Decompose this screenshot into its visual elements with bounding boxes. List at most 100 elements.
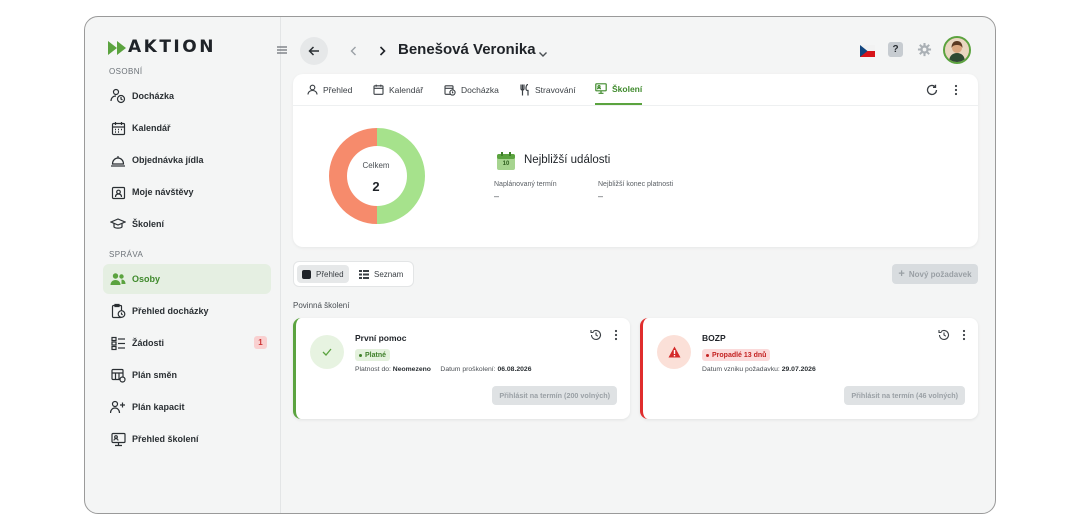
more-vertical-icon[interactable] <box>614 328 618 346</box>
sidebar-item-calendar[interactable]: Kalendář <box>103 113 271 143</box>
sidebar-item-training-overview[interactable]: Přehled školení <box>103 424 271 454</box>
attendance-overview-icon <box>109 302 127 320</box>
sidebar-item-label: Plán směn <box>132 370 178 380</box>
more-vertical-icon[interactable] <box>954 83 958 101</box>
sidebar-item-label: Žádosti <box>132 338 165 348</box>
view-list-button[interactable]: Seznam <box>354 265 408 283</box>
shift-plan-icon <box>109 366 127 384</box>
sidebar: AKTION OSOBNÍ Docházka Kalendář Objednáv… <box>85 17 281 513</box>
requests-icon <box>109 334 127 352</box>
sidebar-item-attendance-overview[interactable]: Přehled docházky <box>103 296 271 326</box>
chevron-down-icon[interactable] <box>538 45 548 63</box>
training-name: První pomoc <box>355 333 407 343</box>
training-donut-chart <box>329 128 425 224</box>
training-meta: Datum vzniku požadavku: 29.07.2026 <box>702 366 816 373</box>
next-person-icon[interactable] <box>375 43 389 59</box>
training-meta: Platnost do: Neomezeno Datum proškolení:… <box>355 366 531 373</box>
app-window: AKTION OSOBNÍ Docházka Kalendář Objednáv… <box>84 16 996 514</box>
view-list-label: Seznam <box>374 269 404 279</box>
square-icon <box>302 269 311 279</box>
nearest-expiry-label: Nejbližší konec platnosti <box>598 181 674 188</box>
tab-label: Stravování <box>535 84 576 95</box>
donut-segment-expired <box>329 128 377 224</box>
back-button[interactable] <box>300 37 328 65</box>
status-valid-indicator <box>310 335 344 369</box>
sidebar-item-label: Docházka <box>132 91 175 101</box>
sidebar-item-label: Kalendář <box>132 123 171 133</box>
refresh-icon[interactable] <box>926 83 938 101</box>
view-overview-button[interactable]: Přehled <box>297 265 349 283</box>
sidebar-item-training[interactable]: Školení <box>103 209 271 239</box>
calendar-icon <box>373 84 384 95</box>
nearest-expiry-value: – <box>598 191 604 201</box>
help-icon[interactable]: ? <box>888 42 903 57</box>
tab-meals[interactable]: Stravování <box>519 74 576 105</box>
nearest-events-title: Nejbližší události <box>524 154 611 166</box>
signup-term-button[interactable]: Přihlásit na termín (200 volných) <box>492 386 617 405</box>
sidebar-item-label: Plán kapacit <box>132 402 185 412</box>
tab-training[interactable]: Školení <box>595 74 643 105</box>
request-date-label: Datum vzniku požadavku: <box>702 366 780 373</box>
sidebar-item-label: Osoby <box>132 274 161 284</box>
tab-overview[interactable]: Přehled <box>307 74 352 105</box>
capacity-plan-icon <box>109 398 127 416</box>
sidebar-item-label: Objednávka jídla <box>132 155 204 165</box>
training-card-first-aid[interactable]: První pomoc Platné Platnost do: Neomezen… <box>293 318 630 419</box>
sidebar-item-people[interactable]: Osoby <box>103 264 271 294</box>
planned-term-label: Naplánovaný termín <box>494 181 557 188</box>
arrow-left-icon <box>308 46 319 56</box>
gear-icon[interactable] <box>917 42 932 62</box>
person-name: Benešová Veronika <box>398 41 536 58</box>
sidebar-item-requests[interactable]: Žádosti 1 <box>103 328 271 358</box>
view-toggle: Přehled Seznam <box>293 261 414 287</box>
visits-icon <box>109 183 127 201</box>
collapse-menu-icon[interactable] <box>275 43 289 57</box>
sidebar-item-label: Školení <box>132 219 165 229</box>
tab-attendance[interactable]: Docházka <box>444 74 499 105</box>
plus-icon: + <box>898 267 905 280</box>
status-badge: Platné <box>355 349 391 361</box>
sidebar-item-label: Přehled docházky <box>132 306 209 316</box>
history-icon[interactable] <box>590 328 602 346</box>
new-request-button[interactable]: + Nový požadavek <box>892 264 978 284</box>
sidebar-item-shift-plan[interactable]: Plán směn <box>103 360 271 390</box>
aktion-logo[interactable]: AKTION <box>108 39 216 56</box>
attendance-icon <box>444 84 456 96</box>
sidebar-item-attendance[interactable]: Docházka <box>103 81 271 111</box>
new-request-label: Nový požadavek <box>908 269 972 279</box>
training-name: BOZP <box>702 333 726 343</box>
planned-term-value: – <box>494 191 500 201</box>
tab-label: Docházka <box>461 84 499 95</box>
tab-divider <box>293 105 978 106</box>
user-avatar[interactable] <box>943 36 971 64</box>
section-label-personal: OSOBNÍ <box>109 67 143 76</box>
person-detail-card: Přehled Kalendář Docházka Stravování Ško… <box>293 74 978 247</box>
trained-date-label: Datum proškolení: <box>440 366 496 373</box>
signup-term-button[interactable]: Přihlásit na termín (46 volných) <box>844 386 965 405</box>
sidebar-item-capacity-plan[interactable]: Plán kapacit <box>103 392 271 422</box>
donut-total-value: 2 <box>372 179 380 194</box>
more-vertical-icon[interactable] <box>962 328 966 346</box>
section-label-admin: SPRÁVA <box>109 250 144 259</box>
food-order-icon <box>109 151 127 169</box>
tab-label: Kalendář <box>389 84 424 95</box>
list-icon <box>359 269 369 279</box>
previous-person-icon[interactable] <box>346 43 360 59</box>
tab-calendar[interactable]: Kalendář <box>373 74 423 105</box>
training-card-bozp[interactable]: BOZP Propadlé 13 dnů Datum vzniku požada… <box>640 318 978 419</box>
sidebar-item-food-order[interactable]: Objednávka jídla <box>103 145 271 175</box>
donut-segment-valid <box>377 128 425 224</box>
history-icon[interactable] <box>938 328 950 346</box>
czech-flag-icon[interactable] <box>860 44 875 57</box>
tab-label: Školení <box>612 83 643 94</box>
sidebar-item-label: Moje návštěvy <box>132 187 194 197</box>
sidebar-item-visits[interactable]: Moje návštěvy <box>103 177 271 207</box>
check-icon <box>322 348 332 356</box>
warning-icon <box>668 346 680 358</box>
validity-value: Neomezeno <box>392 366 431 373</box>
sidebar-item-label: Přehled školení <box>132 434 199 444</box>
training-icon <box>595 83 607 94</box>
graduation-cap-icon <box>109 215 127 233</box>
clock-person-icon <box>109 87 127 105</box>
training-overview-icon <box>109 430 127 448</box>
